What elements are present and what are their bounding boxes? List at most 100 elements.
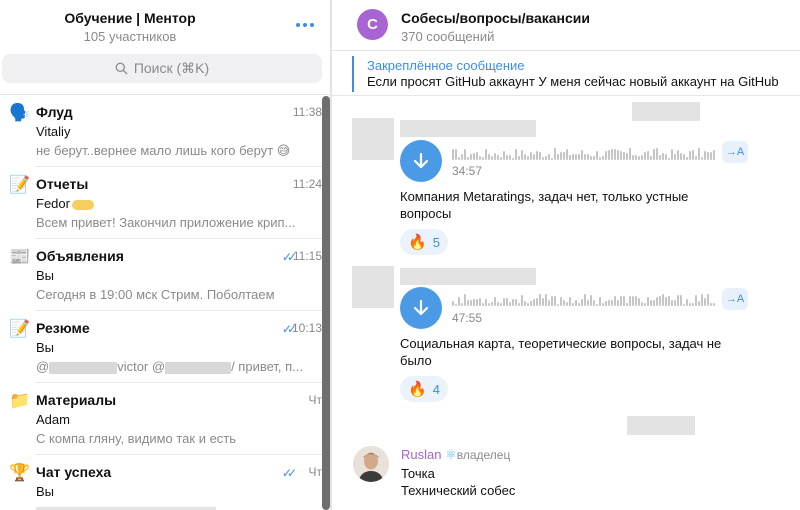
search-icon (115, 62, 128, 75)
waveform-bar (665, 154, 667, 160)
waveform-bar (710, 303, 712, 306)
waveform-bar (527, 156, 529, 160)
waveform-bar (650, 300, 652, 306)
waveform-bar (641, 302, 643, 306)
play-voice-button[interactable] (400, 287, 442, 329)
waveform-bar (476, 299, 478, 306)
avatar[interactable] (353, 446, 389, 482)
waveform-bar (506, 155, 508, 160)
sender-name[interactable] (400, 120, 536, 137)
waveform-bar (575, 300, 577, 306)
waveform-bar (485, 149, 487, 160)
waveform-bar (578, 154, 580, 160)
search-placeholder: Поиск (⌘K) (133, 60, 210, 76)
speaking-head-icon: 🗣️ (9, 103, 31, 122)
waveform-bar (599, 157, 601, 160)
waveform-bar (671, 300, 673, 306)
pinned-text: Если просят GitHub аккаунт У меня сейчас… (367, 74, 779, 89)
group-header[interactable]: Обучение | Ментор 105 участников (0, 0, 330, 52)
waveform-bar (479, 298, 481, 306)
waveform-bar (548, 154, 550, 160)
waveform-bar (527, 303, 529, 306)
trophy-icon: 🏆 (9, 463, 31, 482)
chat-name: Отчеты (36, 176, 89, 192)
message-text: Технический собес (401, 483, 516, 498)
folder-icon: 📁 (9, 391, 31, 410)
channel-title[interactable]: Собесы/вопросы/вакансии (401, 10, 590, 26)
waveform-bar (572, 303, 574, 306)
chat-item-materials[interactable]: 📁 Материалы Чт Adam С компа гляну, видим… (0, 383, 322, 455)
read-checks-icon: ✓✓ (281, 250, 297, 264)
sender-name[interactable]: Ruslan ⚛владелец (401, 447, 510, 463)
scrollbar[interactable] (322, 96, 330, 510)
waveform-bar (482, 157, 484, 160)
chat-item-success[interactable]: 🏆 Чат успеха ✓✓ Чт Вы (0, 455, 322, 510)
group-title: Обучение | Ментор (64, 10, 196, 26)
waveform-bar (692, 150, 694, 160)
waveform-bar (647, 297, 649, 306)
waveform-bar (590, 295, 592, 306)
newspaper-icon: 📰 (9, 247, 31, 266)
waveform-bar (644, 303, 646, 306)
waveform-bar (542, 157, 544, 160)
waveform-bar (512, 299, 514, 306)
waveform-bar (620, 151, 622, 160)
pinned-message[interactable]: Закреплённое сообщение Если просят GitHu… (352, 56, 800, 92)
transcribe-button[interactable]: →A (722, 141, 748, 163)
waveform-bar (473, 299, 475, 306)
chat-item-announcements[interactable]: 📰 Объявления ✓✓ 11:15 Вы Сегодня в 19:00… (0, 239, 322, 311)
fire-icon: 🔥 (408, 381, 427, 398)
avatar[interactable] (352, 266, 394, 308)
waveform-bar (551, 158, 553, 160)
waveform-bar (584, 294, 586, 306)
dot-icon (310, 23, 314, 27)
waveform-bar (704, 298, 706, 306)
avatar[interactable] (352, 118, 394, 160)
waveform-bar (683, 154, 685, 160)
waveform-bar (626, 153, 628, 160)
waveform-bar (701, 157, 703, 160)
waveform-bar (596, 151, 598, 160)
waveform-bar (488, 303, 490, 306)
waveform-bar (641, 155, 643, 160)
search-input[interactable]: Поиск (⌘K) (2, 54, 322, 83)
waveform-bar (491, 302, 493, 306)
waveform[interactable] (452, 292, 715, 306)
sender-name[interactable] (400, 268, 536, 285)
user-photo-icon (353, 446, 389, 482)
chat-list-panel: Обучение | Ментор 105 участников Поиск (… (0, 0, 330, 510)
dot-icon (296, 23, 300, 27)
waveform-bar (662, 294, 664, 306)
reaction-fire[interactable]: 🔥 4 (400, 376, 448, 402)
waveform-bar (623, 296, 625, 306)
waveform-bar (566, 302, 568, 306)
waveform-bar (470, 154, 472, 160)
chat-item-reports[interactable]: 📝 Отчеты 11:24 Fedor Всем привет! Законч… (0, 167, 322, 239)
waveform[interactable] (452, 146, 715, 160)
waveform-bar (545, 156, 547, 160)
waveform-bar (692, 303, 694, 306)
transcribe-button[interactable]: →A (722, 288, 748, 310)
waveform-bar (707, 152, 709, 160)
message-text: Компания Metaratings, задач нет, только … (400, 189, 689, 221)
channel-avatar[interactable]: С (357, 9, 388, 40)
dot-icon (303, 23, 307, 27)
chat-item-resume[interactable]: 📝 Резюме ✓✓ 10:13 Вы @ victor @ / привет, … (0, 311, 322, 383)
waveform-bar (632, 296, 634, 306)
waveform-bar (515, 149, 517, 160)
waveform-bar (464, 294, 466, 306)
waveform-bar (488, 154, 490, 160)
more-options-button[interactable] (290, 14, 320, 36)
chat-item-flood[interactable]: 🗣️ Флуд 11:38 Vitaliy не берут..вернее м… (0, 95, 322, 167)
chat-sender: Вы (36, 268, 55, 283)
chat-time: 11:38 (292, 105, 322, 119)
waveform-bar (524, 154, 526, 160)
reaction-fire[interactable]: 🔥 5 (400, 229, 448, 255)
waveform-bar (560, 297, 562, 306)
waveform-bar (482, 303, 484, 306)
chat-name: Флуд (36, 104, 73, 120)
play-voice-button[interactable] (400, 140, 442, 182)
waveform-bar (635, 155, 637, 160)
waveform-bar (494, 297, 496, 306)
waveform-bar (563, 152, 565, 160)
